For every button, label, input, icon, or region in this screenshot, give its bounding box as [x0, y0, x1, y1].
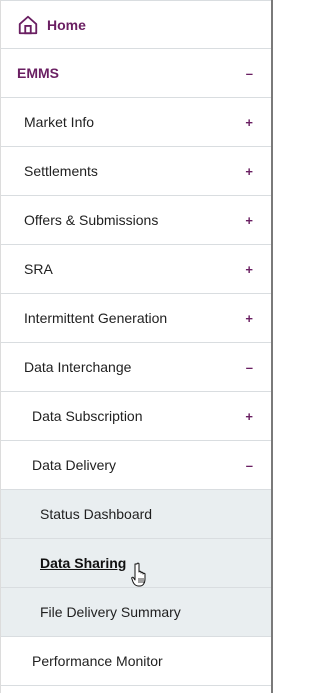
nav-item-label: Intermittent Generation: [24, 310, 168, 326]
expand-icon[interactable]: +: [245, 213, 253, 228]
nav-item-label: Settlements: [24, 163, 98, 179]
nav-item-offers-submissions[interactable]: Offers & Submissions +: [1, 196, 271, 245]
collapse-icon[interactable]: –: [246, 66, 253, 81]
nav-item-label: Offers & Submissions: [24, 212, 159, 228]
nav-item-label: Data Sharing: [40, 555, 127, 571]
expand-icon[interactable]: +: [245, 409, 253, 424]
nav-item-label: SRA: [24, 261, 53, 277]
nav-item-label: Data Subscription: [32, 408, 143, 424]
nav-home[interactable]: Home: [1, 0, 271, 49]
nav-item-emms[interactable]: EMMS –: [1, 49, 271, 98]
nav-item-settlements[interactable]: Settlements +: [1, 147, 271, 196]
expand-icon[interactable]: +: [245, 164, 253, 179]
collapse-icon[interactable]: –: [246, 458, 253, 473]
nav-item-label: File Delivery Summary: [40, 604, 181, 620]
nav-item-market-info[interactable]: Market Info +: [1, 98, 271, 147]
expand-icon[interactable]: +: [245, 115, 253, 130]
nav-item-label: Performance Monitor: [32, 653, 163, 669]
nav-item-data-sharing[interactable]: Data Sharing: [1, 539, 271, 588]
nav-home-label: Home: [47, 16, 86, 33]
expand-icon[interactable]: +: [245, 262, 253, 277]
nav-item-label: EMMS: [17, 65, 59, 81]
nav-item-performance-monitor[interactable]: Performance Monitor: [1, 637, 271, 686]
nav-item-sra[interactable]: SRA +: [1, 245, 271, 294]
nav-item-file-delivery-summary[interactable]: File Delivery Summary: [1, 588, 271, 637]
nav-item-intermittent-generation[interactable]: Intermittent Generation +: [1, 294, 271, 343]
nav-item-label: Market Info: [24, 114, 95, 130]
expand-icon[interactable]: +: [245, 311, 253, 326]
nav-item-label: Data Delivery: [32, 457, 117, 473]
collapse-icon[interactable]: –: [246, 360, 253, 375]
nav-item-label: Status Dashboard: [40, 506, 153, 522]
nav-item-label: Data Interchange: [24, 359, 132, 375]
nav-item-data-delivery[interactable]: Data Delivery –: [1, 441, 271, 490]
home-icon: [18, 15, 38, 34]
nav-item-status-dashboard[interactable]: Status Dashboard: [1, 490, 271, 539]
sidebar-nav: Home EMMS – Market Info + Settlements + …: [0, 0, 273, 693]
nav-item-data-interchange[interactable]: Data Interchange –: [1, 343, 271, 392]
nav-item-data-subscription[interactable]: Data Subscription +: [1, 392, 271, 441]
hand-pointer-icon: [131, 562, 146, 587]
